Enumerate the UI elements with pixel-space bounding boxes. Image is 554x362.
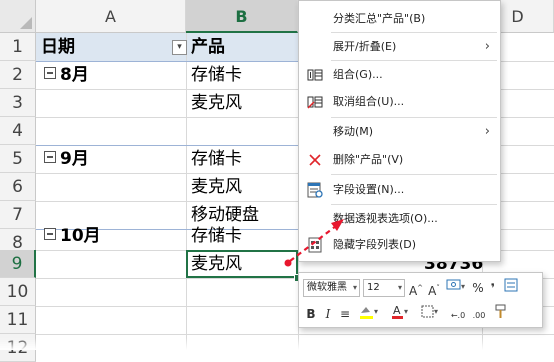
group-label-aug[interactable]: 8月 <box>44 61 89 89</box>
menu-item-label: 组合(G)... <box>333 68 383 81</box>
pivot-header-date[interactable]: 日期 <box>41 33 75 61</box>
comma-style-icon[interactable]: ❜ <box>487 278 499 298</box>
percent-format-icon[interactable]: % <box>472 278 484 298</box>
menu-item-ungroup[interactable]: 取消组合(U)... <box>299 89 500 115</box>
font-size-value: 12 <box>367 282 380 293</box>
row-header-1[interactable]: 1 <box>0 33 36 61</box>
row-header-7[interactable]: 7 <box>0 201 36 229</box>
menu-item-label: 取消组合(U)... <box>333 95 405 108</box>
menu-item-label: 移动(M) <box>333 125 374 138</box>
product-cell[interactable]: 麦克风 <box>191 89 242 117</box>
format-painter-icon[interactable] <box>492 304 510 324</box>
menu-item-move[interactable]: 移动(M) › <box>299 119 500 145</box>
menu-item-expand-collapse[interactable]: 展开/折叠(E) › <box>299 34 500 60</box>
menu-item-delete-product[interactable]: 删除"产品"(V) <box>299 147 500 173</box>
bottom-edge-fade <box>0 338 554 350</box>
group-icon <box>307 69 323 81</box>
menu-item-hide-field-list[interactable]: 隐藏字段列表(D) <box>299 232 500 258</box>
delete-x-icon <box>309 154 321 166</box>
borders-icon[interactable]: ▾ <box>419 304 443 324</box>
font-name-select[interactable]: 微软雅黑 ▾ <box>303 279 360 297</box>
row-header-9[interactable]: 9 <box>0 250 36 278</box>
fill-color-icon[interactable]: ▾ <box>357 304 383 324</box>
menu-item-label: 分类汇总"产品"(B) <box>333 12 426 25</box>
menu-item-label: 展开/折叠(E) <box>333 40 397 53</box>
context-menu: 分类汇总"产品"(B) 展开/折叠(E) › 组合(G)... 取消组合(U).… <box>298 0 501 262</box>
column-header-a[interactable]: A <box>36 0 186 33</box>
decrease-font-icon[interactable]: A˅ <box>426 278 442 298</box>
row-header-3[interactable]: 3 <box>0 89 36 117</box>
increase-decimal-icon[interactable]: ←.0 <box>449 304 467 324</box>
menu-item-field-settings[interactable]: 字段设置(N)... <box>299 177 500 203</box>
svg-text:▾: ▾ <box>404 307 408 316</box>
product-cell[interactable]: 存储卡 <box>191 222 242 250</box>
row-header-4[interactable]: 4 <box>0 117 36 145</box>
group-label-text: 10月 <box>60 226 101 246</box>
product-cell[interactable]: 麦克风 <box>191 173 242 201</box>
menu-item-label: 隐藏字段列表(D) <box>333 238 417 251</box>
font-name-value: 微软雅黑 <box>307 282 347 293</box>
decrease-decimal-icon[interactable]: .00 <box>470 304 488 324</box>
align-center-icon[interactable]: ≡ <box>337 304 353 324</box>
field-settings-icon <box>307 182 323 198</box>
product-cell[interactable]: 存储卡 <box>191 61 242 89</box>
menu-item-subtotal[interactable]: 分类汇总"产品"(B) <box>299 6 500 32</box>
submenu-arrow-icon: › <box>484 39 490 54</box>
row-header-2[interactable]: 2 <box>0 61 36 89</box>
collapse-minus-icon[interactable] <box>44 151 56 163</box>
dropdown-arrow-icon: ▾ <box>352 283 357 292</box>
collapse-minus-icon[interactable] <box>44 67 56 79</box>
menu-item-pivot-options[interactable]: 数据透视表选项(O)... <box>299 206 500 232</box>
row-header-11[interactable]: 11 <box>0 306 36 334</box>
select-all-triangle-icon <box>20 17 32 29</box>
svg-text:A: A <box>393 304 401 317</box>
group-label-sep[interactable]: 9月 <box>44 145 89 173</box>
collapse-minus-icon[interactable] <box>44 228 56 240</box>
select-all-corner[interactable] <box>0 0 36 33</box>
row-header-5[interactable]: 5 <box>0 145 36 173</box>
accounting-format-icon: ▾ <box>446 279 465 291</box>
row-header-10[interactable]: 10 <box>0 278 36 306</box>
menu-item-group[interactable]: 组合(G)... <box>299 62 500 88</box>
svg-text:▾: ▾ <box>461 282 465 291</box>
active-cell-outline <box>186 250 298 278</box>
font-color-icon[interactable]: A ▾ <box>389 304 413 324</box>
increase-font-icon[interactable]: A^ <box>408 278 424 298</box>
menu-item-label: 字段设置(N)... <box>333 183 405 196</box>
group-label-text: 8月 <box>60 65 89 85</box>
group-label-oct[interactable]: 10月 <box>44 222 101 250</box>
group-label-text: 9月 <box>60 149 89 169</box>
italic-icon[interactable]: I <box>321 304 335 324</box>
svg-text:▾: ▾ <box>374 307 378 316</box>
date-filter-dropdown-icon[interactable]: ▾ <box>172 40 187 55</box>
submenu-arrow-icon: › <box>484 124 490 139</box>
dropdown-arrow-icon: ▾ <box>397 283 402 292</box>
menu-item-label: 删除"产品"(V) <box>333 153 404 166</box>
number-format-icon[interactable]: ▾ <box>445 278 469 298</box>
bold-icon[interactable]: B <box>304 304 318 324</box>
mini-format-toolbar: 微软雅黑 ▾ 12 ▾ A^ A˅ ▾ % ❜ B I ≡ ▾ A ▾ ▾ ←.0 .… <box>298 272 543 328</box>
font-size-select[interactable]: 12 ▾ <box>363 279 405 297</box>
svg-text:▾: ▾ <box>434 307 438 316</box>
row-header-6[interactable]: 6 <box>0 173 36 201</box>
product-cell[interactable]: 存储卡 <box>191 145 242 173</box>
ungroup-icon <box>307 96 323 109</box>
pivot-header-row <box>36 33 298 61</box>
format-painter-small-icon[interactable] <box>502 278 520 298</box>
column-header-b[interactable]: B <box>186 0 298 33</box>
pivot-header-product[interactable]: 产品 <box>191 33 225 61</box>
field-list-icon <box>308 237 322 253</box>
menu-item-label: 数据透视表选项(O)... <box>333 212 438 225</box>
